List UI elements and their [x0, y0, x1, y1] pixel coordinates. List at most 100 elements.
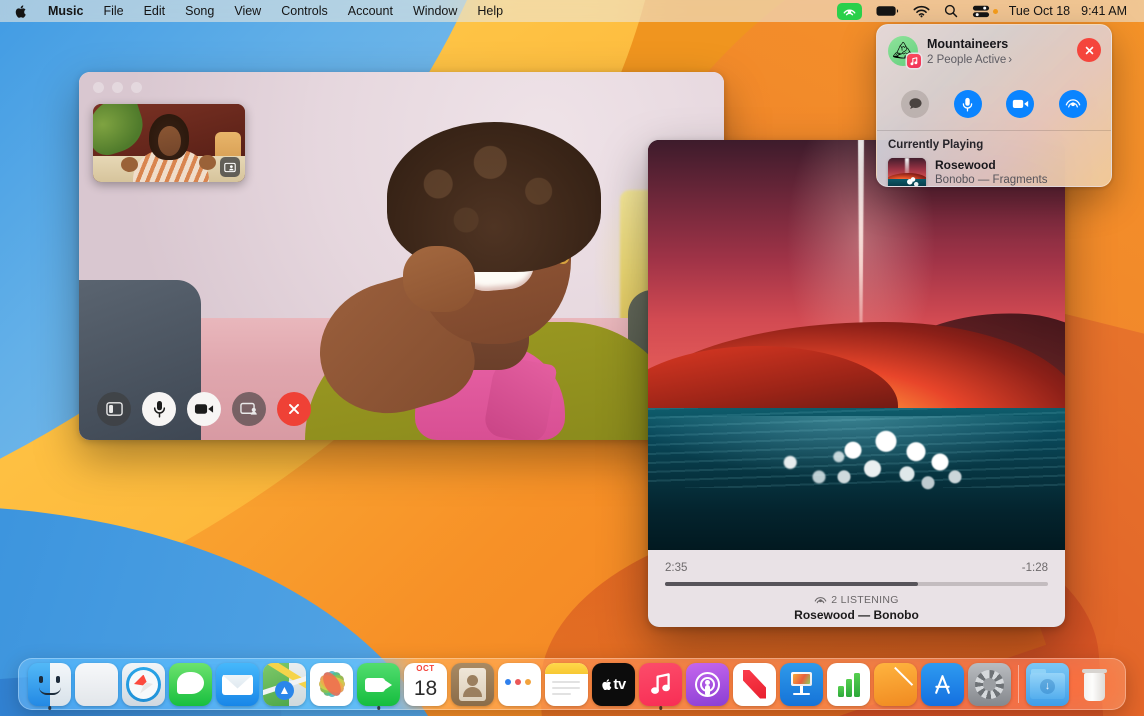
- calendar-icon[interactable]: OCT 18: [404, 663, 447, 706]
- dock-item-podcasts[interactable]: [684, 663, 731, 706]
- dock-item-notes[interactable]: [543, 663, 590, 706]
- person-in-frame-icon[interactable]: [220, 157, 240, 177]
- video-camera-icon[interactable]: [1006, 90, 1034, 118]
- album-artwork: [648, 140, 1065, 550]
- dock-item-app-store[interactable]: [919, 663, 966, 706]
- dock-item-keynote[interactable]: [778, 663, 825, 706]
- currently-playing-header: Currently Playing: [888, 139, 1100, 151]
- launchpad-icon[interactable]: [75, 663, 118, 706]
- reminders-icon[interactable]: [498, 663, 541, 706]
- dock-item-numbers[interactable]: [825, 663, 872, 706]
- shareplay-actions: [877, 89, 1111, 130]
- music-player-window[interactable]: 2:35 -1:28 2 LISTENING Rosewood — Bonobo: [648, 140, 1065, 627]
- dock-item-launchpad[interactable]: [73, 663, 120, 706]
- apple-logo-icon[interactable]: [8, 0, 38, 22]
- facetime-window[interactable]: [79, 72, 724, 440]
- share-screen-icon[interactable]: [232, 392, 266, 426]
- shareplay-status-icon[interactable]: [830, 0, 869, 22]
- finder-icon[interactable]: [28, 663, 71, 706]
- dock-item-safari[interactable]: [120, 663, 167, 706]
- battery-icon[interactable]: [869, 0, 906, 22]
- chevron-right-icon: ›: [1008, 53, 1012, 68]
- system-settings-icon[interactable]: [968, 663, 1011, 706]
- dock-item-pages[interactable]: [872, 663, 919, 706]
- dock-item-messages[interactable]: [167, 663, 214, 706]
- participants-count: 2 People Active: [927, 53, 1006, 68]
- group-avatar[interactable]: 🏔: [888, 36, 918, 66]
- end-call-button[interactable]: [277, 392, 311, 426]
- close-button[interactable]: [93, 82, 104, 93]
- chat-bubble-icon[interactable]: [901, 90, 929, 118]
- menu-bar-left: Music File Edit Song View Controls Accou…: [0, 0, 513, 22]
- listening-status: 2 LISTENING: [665, 594, 1048, 606]
- dock-item-system-settings[interactable]: [966, 663, 1013, 706]
- dock-item-trash[interactable]: [1071, 663, 1118, 706]
- mail-icon[interactable]: [216, 663, 259, 706]
- menu-item-view[interactable]: View: [224, 0, 271, 22]
- safari-icon[interactable]: [122, 663, 165, 706]
- downloads-folder-icon[interactable]: ↓: [1026, 663, 1069, 706]
- dock-item-facetime[interactable]: [355, 663, 402, 706]
- zoom-button[interactable]: [131, 82, 142, 93]
- keynote-icon[interactable]: [780, 663, 823, 706]
- microphone-icon[interactable]: [954, 90, 982, 118]
- group-name: Mountaineers: [927, 37, 1077, 53]
- dock-item-tv[interactable]: tv: [590, 663, 637, 706]
- apple-tv-icon[interactable]: tv: [592, 663, 635, 706]
- desktop-screen: Music File Edit Song View Controls Accou…: [0, 0, 1144, 716]
- menu-item-edit[interactable]: Edit: [134, 0, 176, 22]
- dock-item-finder[interactable]: [26, 663, 73, 706]
- pages-icon[interactable]: [874, 663, 917, 706]
- menu-item-help[interactable]: Help: [467, 0, 513, 22]
- messages-icon[interactable]: [169, 663, 212, 706]
- menu-bar-date[interactable]: Tue Oct 18: [1005, 0, 1077, 22]
- facetime-call-controls: [97, 392, 311, 426]
- dock-item-reminders[interactable]: [496, 663, 543, 706]
- progress-slider[interactable]: [665, 582, 1048, 586]
- track-subtitle: Bonobo — Fragments: [935, 173, 1048, 187]
- trash-icon[interactable]: [1073, 663, 1116, 706]
- track-artwork: [888, 158, 926, 188]
- dock-item-news[interactable]: [731, 663, 778, 706]
- numbers-icon[interactable]: [827, 663, 870, 706]
- dock-item-photos[interactable]: [308, 663, 355, 706]
- notes-icon[interactable]: [545, 663, 588, 706]
- dock-item-maps[interactable]: ▲: [261, 663, 308, 706]
- participants-row[interactable]: 2 People Active ›: [927, 53, 1077, 68]
- app-store-icon[interactable]: [921, 663, 964, 706]
- listening-label: 2 LISTENING: [831, 594, 898, 606]
- photos-icon[interactable]: [310, 663, 353, 706]
- window-traffic-lights[interactable]: [93, 82, 142, 93]
- control-center-icon[interactable]: [965, 0, 1005, 22]
- dock-item-music[interactable]: [637, 663, 684, 706]
- dock-item-calendar[interactable]: OCT 18: [402, 663, 449, 706]
- maps-icon[interactable]: ▲: [263, 663, 306, 706]
- shareplay-header: 🏔 Mountaineers 2 People Active ›: [877, 25, 1111, 89]
- video-camera-icon[interactable]: [187, 392, 221, 426]
- menu-item-file[interactable]: File: [93, 0, 133, 22]
- menu-item-music[interactable]: Music: [38, 0, 93, 22]
- sidebar-icon[interactable]: [97, 392, 131, 426]
- contacts-icon[interactable]: [451, 663, 494, 706]
- music-icon[interactable]: [639, 663, 682, 706]
- menu-item-window[interactable]: Window: [403, 0, 467, 22]
- search-icon[interactable]: [937, 0, 965, 22]
- menu-item-song[interactable]: Song: [175, 0, 224, 22]
- news-icon[interactable]: [733, 663, 776, 706]
- menu-item-account[interactable]: Account: [338, 0, 403, 22]
- currently-playing-track[interactable]: Rosewood Bonobo — Fragments Music: [888, 158, 1100, 188]
- wifi-icon[interactable]: [906, 0, 937, 22]
- shareplay-panel[interactable]: 🏔 Mountaineers 2 People Active ›: [876, 24, 1112, 187]
- menu-bar-time[interactable]: 9:41 AM: [1077, 0, 1134, 22]
- dock-item-contacts[interactable]: [449, 663, 496, 706]
- shareplay-icon[interactable]: [1059, 90, 1087, 118]
- close-shareplay-button[interactable]: [1077, 38, 1101, 62]
- podcasts-icon[interactable]: [686, 663, 729, 706]
- dock-item-downloads[interactable]: ↓: [1024, 663, 1071, 706]
- microphone-icon[interactable]: [142, 392, 176, 426]
- minimize-button[interactable]: [112, 82, 123, 93]
- self-view-thumbnail[interactable]: [93, 104, 245, 182]
- menu-item-controls[interactable]: Controls: [271, 0, 338, 22]
- dock-item-mail[interactable]: [214, 663, 261, 706]
- facetime-icon[interactable]: [357, 663, 400, 706]
